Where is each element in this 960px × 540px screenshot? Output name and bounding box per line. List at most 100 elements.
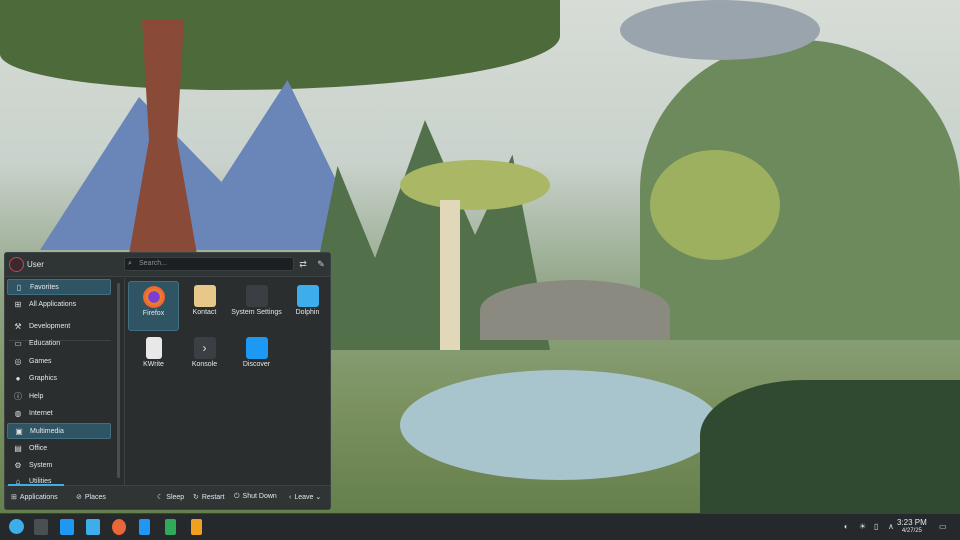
volume-icon[interactable]: ◖ [843, 522, 848, 531]
grid-icon: ⊞ [14, 300, 22, 309]
sidebar-item-all-applications[interactable]: ⊞ All Applications [7, 297, 111, 313]
sidebar-item-graphics[interactable]: ● Graphics [7, 371, 111, 387]
sidebar-item-office[interactable]: ▤ Office [7, 441, 111, 457]
user-avatar[interactable] [9, 257, 24, 272]
date: 4/27/25 [901, 528, 922, 534]
app-kontact[interactable]: Kontact [179, 281, 230, 331]
app-dolphin[interactable]: Dolphin [282, 281, 333, 331]
launcher-icon[interactable] [9, 519, 24, 534]
impress-icon[interactable] [191, 519, 202, 535]
kwrite-icon [145, 337, 162, 359]
compass-icon: ⊘ [76, 494, 82, 501]
discover-icon[interactable] [60, 519, 74, 535]
menu-header: User Search... ⇄ ✎ [5, 253, 330, 277]
shutdown-button[interactable]: ⏻ Shut Down [234, 493, 277, 501]
app-label: Firefox [142, 310, 165, 317]
sidebar-item-label: All Applications [29, 301, 77, 308]
grid-icon: ⊞ [11, 494, 17, 501]
gear-icon: ⚙ [14, 461, 22, 470]
firefox-icon[interactable] [112, 519, 126, 535]
app-label: System Settings [231, 309, 282, 316]
category-sidebar: ▯ Favorites ⊞ All Applications ⚒ Developmen… [5, 278, 115, 486]
tab-label: Applications [19, 494, 58, 501]
taskbar: ◖ ☀ ▯ ∧ 3:23 PM 4/27/25 ▭ [0, 513, 960, 540]
app-firefox[interactable]: Firefox [128, 281, 179, 331]
sidebar-item-label: System [29, 462, 53, 469]
system-settings-icon [245, 285, 268, 307]
kontact-icon [193, 285, 216, 307]
sidebar-item-favorites[interactable]: ▯ Favorites [7, 279, 111, 295]
sidebar-item-multimedia[interactable]: ▣ Multimedia [7, 423, 111, 439]
sidebar-item-label: Office [29, 445, 48, 452]
monitor-icon: ▭ [14, 339, 22, 348]
pager-icon[interactable] [34, 519, 48, 535]
multimedia-icon: ▣ [15, 427, 23, 436]
app-label: Kontact [192, 309, 217, 316]
pin-icon[interactable]: ✎ [315, 258, 327, 270]
clock[interactable]: 3:23 PM 4/27/25 [897, 518, 927, 536]
app-label: Dolphin [295, 309, 320, 316]
sidebar-item-label: Education [29, 340, 61, 347]
sidebar-item-games[interactable]: ◎ Games [7, 354, 111, 370]
app-label: Discover [242, 361, 271, 368]
sidebar-scrollbar[interactable] [117, 283, 120, 478]
active-tab-indicator [8, 484, 64, 486]
globe-icon: ◍ [14, 409, 22, 418]
configure-icon[interactable]: ⇄ [297, 258, 309, 270]
office-icon: ▤ [14, 444, 22, 453]
sleep-button[interactable]: ☾ Sleep [157, 493, 184, 501]
button-label: Shut Down [242, 493, 277, 500]
search-input[interactable]: Search... [124, 257, 294, 271]
sidebar-item-label: Development [29, 323, 71, 330]
expand-tray-icon[interactable]: ∧ [888, 522, 894, 531]
sidebar-item-label: Help [29, 393, 44, 400]
app-label: Konsole [191, 361, 218, 368]
restart-button[interactable]: ↻ Restart [193, 493, 224, 501]
sidebar-item-label: Favorites [30, 284, 59, 291]
leave-icon: ‹ [289, 494, 292, 501]
button-label: Leave [294, 494, 314, 501]
time: 3:23 PM [897, 518, 927, 527]
sidebar-item-education[interactable]: ▭ Education [7, 336, 111, 352]
button-label: Restart [201, 494, 225, 501]
leave-button[interactable]: ‹ Leave ⌄ [289, 493, 321, 501]
writer-icon[interactable] [139, 519, 150, 535]
firefox-icon [142, 286, 165, 308]
tab-label: Places [84, 494, 106, 501]
terminal-icon: › [193, 337, 216, 359]
palette-icon: ● [15, 374, 21, 383]
sidebar-item-development[interactable]: ⚒ Development [7, 319, 111, 335]
app-system-settings[interactable]: System Settings [231, 281, 282, 331]
device-icon[interactable]: ▯ [874, 522, 878, 531]
sidebar-item-label: Multimedia [30, 428, 64, 435]
restart-icon: ↻ [193, 494, 199, 501]
favorites-grid: Firefox Kontact System Settings Dolphin … [125, 278, 331, 486]
discover-icon [245, 337, 268, 359]
power-icon: ⏻ [234, 493, 240, 500]
wrench-icon: ⚒ [14, 322, 22, 331]
sidebar-item-system[interactable]: ⚙ System [7, 458, 111, 474]
sidebar-item-label: Internet [29, 410, 53, 417]
sidebar-item-internet[interactable]: ◍ Internet [7, 406, 111, 422]
dolphin-icon[interactable] [86, 519, 100, 535]
folder-icon [296, 285, 319, 307]
user-name: User [27, 260, 44, 269]
show-desktop-icon[interactable]: ▭ [939, 522, 947, 531]
sleep-icon: ☾ [157, 494, 164, 501]
brightness-icon[interactable]: ☀ [859, 522, 866, 531]
app-konsole[interactable]: › Konsole [179, 333, 230, 383]
app-discover[interactable]: Discover [231, 333, 282, 383]
button-label: Sleep [166, 494, 185, 501]
sidebar-item-help[interactable]: ⓘ Help [7, 389, 111, 405]
bookmark-icon: ▯ [16, 283, 22, 292]
sidebar-item-label: Games [29, 358, 52, 365]
gamepad-icon: ◎ [14, 357, 22, 366]
app-kwrite[interactable]: KWrite [128, 333, 179, 383]
tab-applications[interactable]: ⊞ Applications [11, 493, 58, 501]
app-label: KWrite [143, 361, 164, 368]
calc-icon[interactable] [165, 519, 176, 535]
application-launcher-menu: User Search... ⇄ ✎ ▯ Favorites ⊞ All Appli… [4, 252, 331, 510]
info-icon: ⓘ [14, 392, 22, 401]
menu-footer: ⊞ Applications ⊘ Places ☾ Sleep ↻ Restart ⏻ S… [5, 484, 330, 509]
tab-places[interactable]: ⊘ Places [76, 493, 106, 501]
